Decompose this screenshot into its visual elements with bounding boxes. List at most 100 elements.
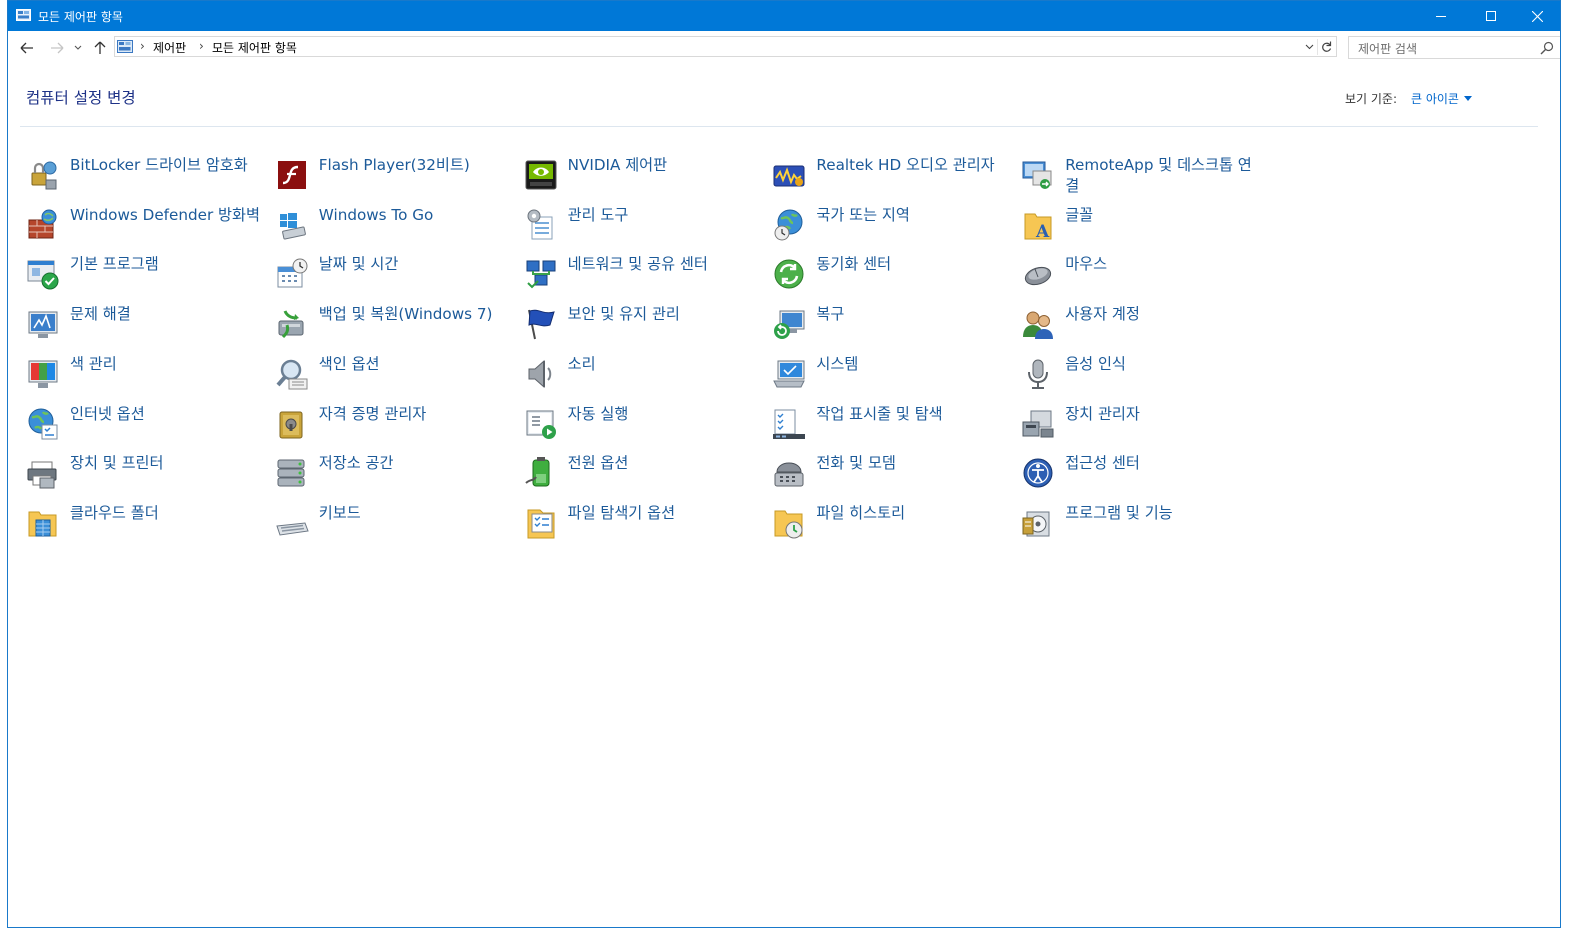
bitlocker-icon [31, 161, 57, 190]
power-options-icon [524, 457, 550, 487]
control-panel-item[interactable]: 접근성 센터 [1021, 454, 1269, 498]
admin-tools-icon [527, 209, 553, 240]
control-panel-item[interactable]: 시스템 [772, 355, 1020, 399]
keyboard-icon [276, 522, 309, 536]
control-panel-item[interactable]: RemoteApp 및 데스크톱 연결 [1021, 156, 1269, 200]
item-label: 백업 및 복원(Windows 7) [318, 305, 493, 324]
color-management-icon [28, 360, 58, 388]
file-history-icon [774, 510, 803, 539]
control-panel-item[interactable]: 색인 옵션 [275, 355, 523, 399]
mouse-icon [1025, 267, 1052, 286]
control-panel-item[interactable]: 복구 [772, 305, 1020, 349]
backup-restore-icon [278, 310, 304, 339]
indexing-icon [276, 359, 308, 390]
control-panel-item[interactable]: 동기화 센터 [772, 255, 1020, 299]
item-label: 관리 도구 [567, 205, 629, 224]
refresh-button[interactable] [1317, 39, 1334, 55]
control-panel-item[interactable]: Windows To Go [275, 206, 523, 250]
control-panel-item[interactable]: 관리 도구 [524, 206, 772, 250]
control-panel-item[interactable]: NVIDIA 제어판 [524, 156, 772, 200]
item-label: 프로그램 및 기능 [1065, 503, 1173, 522]
close-button[interactable] [1514, 1, 1560, 31]
title-bar[interactable]: 모든 제어판 항목 [8, 1, 1560, 31]
control-panel-item[interactable]: A 글꼴 [1021, 206, 1269, 250]
control-panel-item[interactable]: 국가 또는 지역 [772, 206, 1020, 250]
recent-locations-button[interactable] [72, 39, 84, 57]
programs-features-icon [1022, 511, 1050, 537]
item-label: 네트워크 및 공유 센터 [567, 255, 708, 274]
header-divider [20, 126, 1538, 127]
control-panel-item[interactable]: 저장소 공간 [275, 454, 523, 498]
control-panel-item[interactable]: 마우스 [1021, 255, 1269, 299]
control-panel-item[interactable]: 네트워크 및 공유 센터 [524, 255, 772, 299]
cloud-folder-icon [28, 511, 57, 537]
devices-printers-icon [27, 461, 57, 489]
item-label: 색인 옵션 [318, 354, 380, 373]
speech-recognition-icon [1028, 359, 1049, 389]
region-icon [774, 209, 803, 241]
view-by-value: 큰 아이콘 [1411, 92, 1459, 106]
address-bar[interactable]: › 제어판 › 모든 제어판 항목 [114, 36, 1337, 57]
control-panel-item[interactable]: 장치 관리자 [1021, 405, 1269, 449]
control-panel-item[interactable]: 보안 및 유지 관리 [524, 305, 772, 349]
item-label: 저장소 공간 [318, 454, 394, 473]
address-toolbar: › 제어판 › 모든 제어판 항목 제어판 검색 [8, 31, 1560, 65]
control-panel-item[interactable]: 클라우드 폴더 [26, 504, 274, 548]
back-button[interactable] [18, 39, 36, 57]
control-panel-item[interactable]: 파일 탐색기 옵션 [524, 504, 772, 548]
breadcrumb-control-panel[interactable]: 제어판 [153, 39, 186, 56]
close-icon [1531, 10, 1543, 22]
search-icon[interactable] [1540, 41, 1554, 55]
control-panel-item[interactable]: 백업 및 복원(Windows 7) [275, 305, 523, 349]
item-label: 복구 [816, 305, 845, 324]
control-panel-item[interactable]: 음성 인식 [1021, 355, 1269, 399]
control-panel-item[interactable]: 자격 증명 관리자 [275, 405, 523, 449]
back-arrow-icon [20, 42, 33, 54]
control-panel-item[interactable]: 작업 표시줄 및 탐색 [772, 405, 1020, 449]
item-label: 글꼴 [1065, 205, 1094, 224]
item-label: 보안 및 유지 관리 [567, 305, 680, 324]
item-label: 자격 증명 관리자 [318, 404, 427, 423]
svg-text:A: A [1035, 222, 1050, 242]
control-panel-item[interactable]: 장치 및 프린터 [26, 454, 274, 498]
security-flag-icon [527, 309, 555, 340]
control-panel-item[interactable]: Windows Defender 방화벽 [26, 206, 274, 250]
address-dropdown-button[interactable] [1302, 39, 1316, 55]
control-panel-item[interactable]: 파일 히스토리 [772, 504, 1020, 548]
windows-to-go-icon [279, 212, 306, 240]
control-panel-item[interactable]: 기본 프로그램 [26, 255, 274, 299]
control-panel-item[interactable]: 인터넷 옵션 [26, 405, 274, 449]
control-panel-item[interactable]: 사용자 계정 [1021, 305, 1269, 349]
control-panel-window: 모든 제어판 항목 › 제어판 › 모든 제어판 항목 제어판 검색 컴퓨터 설… [7, 0, 1561, 928]
control-panel-item[interactable]: 키보드 [275, 504, 523, 548]
item-label: 전화 및 모뎀 [816, 454, 896, 473]
sync-center-icon [774, 259, 804, 289]
breadcrumb-all-items[interactable]: 모든 제어판 항목 [212, 39, 297, 56]
up-button[interactable] [91, 39, 109, 57]
nvidia-icon [525, 160, 557, 190]
user-accounts-icon [1023, 311, 1054, 340]
control-panel-item[interactable]: 날짜 및 시간 [275, 255, 523, 299]
forward-button[interactable] [48, 39, 66, 57]
control-panel-item[interactable]: Realtek HD 오디오 관리자 [772, 156, 1020, 200]
item-label: Flash Player(32비트) [318, 156, 470, 174]
page-heading: 컴퓨터 설정 변경 [26, 89, 136, 107]
control-panel-item[interactable]: 소리 [524, 355, 772, 399]
control-panel-item[interactable]: Flash Player(32비트) [275, 156, 523, 200]
control-panel-item[interactable]: 전화 및 모뎀 [772, 454, 1020, 498]
search-box[interactable]: 제어판 검색 [1348, 36, 1560, 59]
control-panel-item[interactable]: 전원 옵션 [524, 454, 772, 498]
view-by-dropdown[interactable]: 큰 아이콘 [1411, 90, 1472, 107]
minimize-button[interactable] [1418, 1, 1464, 31]
control-panel-item[interactable]: 문제 해결 [26, 305, 274, 349]
control-panel-item[interactable]: BitLocker 드라이브 암호화 [26, 156, 274, 200]
system-icon [773, 360, 806, 388]
control-panel-item[interactable]: 자동 실행 [524, 405, 772, 449]
item-label: 파일 탐색기 옵션 [567, 503, 676, 522]
up-arrow-icon [94, 41, 106, 54]
maximize-button[interactable] [1468, 1, 1514, 31]
control-panel-item[interactable]: 색 관리 [26, 355, 274, 399]
remoteapp-icon [1022, 161, 1052, 189]
troubleshooting-icon [28, 311, 58, 339]
control-panel-item[interactable]: 프로그램 및 기능 [1021, 504, 1269, 548]
